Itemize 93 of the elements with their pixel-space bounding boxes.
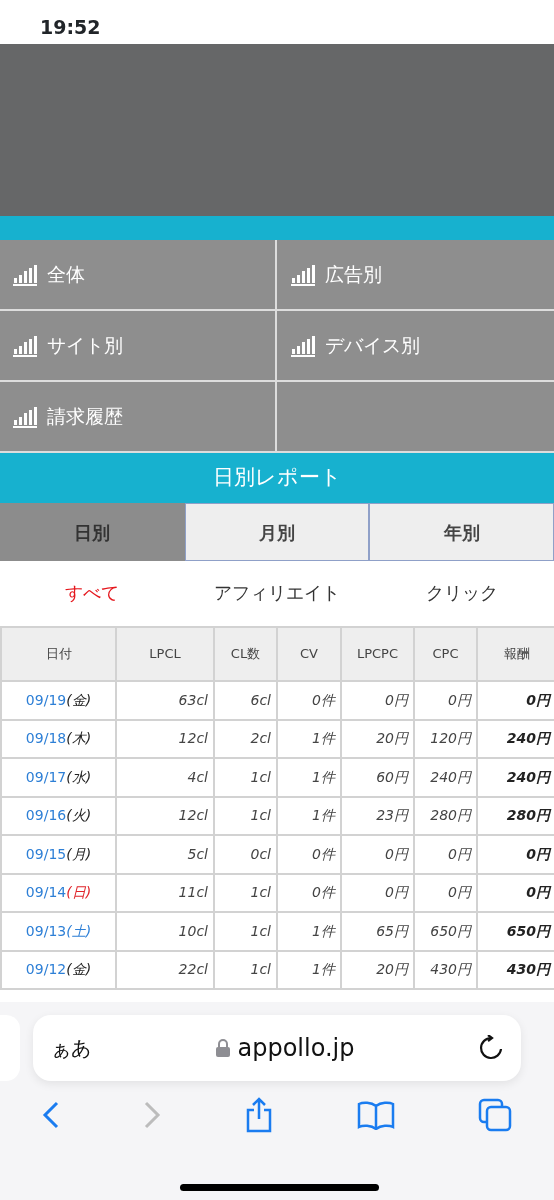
filter-tab[interactable]: クリック [369,577,554,607]
table-cell: 1件 [277,912,341,951]
table-cell: 0件 [277,873,341,912]
weekday-text: (月) [66,845,92,862]
table-cell: 12cl [116,719,214,758]
table-cell: 280円 [414,796,477,835]
column-header: CPC [414,627,477,681]
table-cell: 0円 [414,873,477,912]
weekday-text: (日) [66,884,92,901]
menu-label: サイト別 [47,333,123,359]
reload-icon[interactable] [479,1035,503,1061]
weekday-text: (金) [66,961,92,978]
period-tab[interactable]: 年別 [369,503,554,561]
table-cell: 1cl [214,758,277,797]
weekday-text: (火) [66,807,92,824]
filter-tab[interactable]: アフィリエイト [184,577,370,607]
back-icon[interactable] [41,1101,60,1129]
weekday-text: (水) [66,768,92,785]
table-cell: 5cl [116,835,214,874]
table-cell: 1cl [214,796,277,835]
period-tab[interactable]: 日別 [0,503,185,561]
table-cell: 10cl [116,912,214,951]
menu-label: 全体 [47,262,85,288]
table-cell: 12cl [116,796,214,835]
table-cell: 0円 [341,873,414,912]
menu-item[interactable]: サイト別 [0,311,277,382]
table-cell: 0円 [341,681,414,720]
report-title: 日別レポート [0,453,554,503]
column-header: LPCPC [341,627,414,681]
table-cell: 23円 [341,796,414,835]
table-cell: 22cl [116,950,214,989]
menu-label: デバイス別 [325,333,420,359]
table-cell: 0円 [414,681,477,720]
date-link[interactable]: 09/18 [25,730,67,747]
table-cell: 430円 [414,950,477,989]
table-cell: 20円 [341,719,414,758]
table-cell: 1件 [277,950,341,989]
table-cell: 0件 [277,681,341,720]
filter-tab[interactable]: すべて [0,577,185,607]
table-cell: 1件 [277,719,341,758]
date-link[interactable]: 09/14 [25,884,67,901]
date-link[interactable]: 09/13 [25,922,67,939]
column-header: 報酬 [477,627,554,681]
bar-chart-icon [291,263,315,286]
tabs-icon[interactable] [478,1098,513,1132]
date-link[interactable]: 09/17 [25,768,67,785]
url-text: appollo.jp [237,1033,355,1064]
menu-item[interactable]: 全体 [0,240,277,311]
bar-chart-icon [13,263,37,286]
column-header: LPCL [116,627,214,681]
menu-label: 請求履歴 [47,404,123,430]
bar-chart-icon [13,405,37,428]
weekday-text: (金) [66,691,92,708]
date-link[interactable]: 09/12 [25,961,67,978]
table-cell: 6cl [214,681,277,720]
weekday-text: (木) [66,730,92,747]
bar-chart-icon [291,334,315,357]
table-cell: 20円 [341,950,414,989]
date-link[interactable]: 09/19 [25,691,67,708]
menu-label: 広告別 [325,262,382,288]
table-cell: 1cl [214,873,277,912]
period-tab[interactable]: 月別 [184,503,370,561]
table-cell: 1件 [277,758,341,797]
address-bar[interactable]: ぁあ appollo.jp [33,1015,521,1081]
table-cell: 63cl [116,681,214,720]
lock-icon [215,1039,230,1057]
column-header: CV [277,627,341,681]
table-cell: 120円 [414,719,477,758]
book-icon[interactable] [357,1100,396,1130]
weekday-text: (土) [66,922,92,939]
table-cell: 650円 [414,912,477,951]
column-header: CL数 [214,627,277,681]
text-size-button[interactable]: ぁあ [51,1033,91,1063]
table-cell: 1件 [277,796,341,835]
bar-chart-icon [13,334,37,357]
status-time: 19:52 [40,16,101,38]
table-cell: 0件 [277,835,341,874]
table-cell: 1cl [214,950,277,989]
date-link[interactable]: 09/15 [25,845,67,862]
table-cell: 0円 [341,835,414,874]
table-cell: 0cl [214,835,277,874]
table-cell: 0円 [414,835,477,874]
table-cell: 2cl [214,719,277,758]
menu-item[interactable]: デバイス別 [277,311,554,382]
table-cell: 11cl [116,873,214,912]
table-cell: 4cl [116,758,214,797]
table-cell: 60円 [341,758,414,797]
table-cell: 1cl [214,912,277,951]
table-cell: 240円 [414,758,477,797]
date-link[interactable]: 09/16 [25,807,67,824]
column-header: 日付 [1,627,116,681]
menu-item[interactable]: 広告別 [277,240,554,311]
table-cell: 65円 [341,912,414,951]
